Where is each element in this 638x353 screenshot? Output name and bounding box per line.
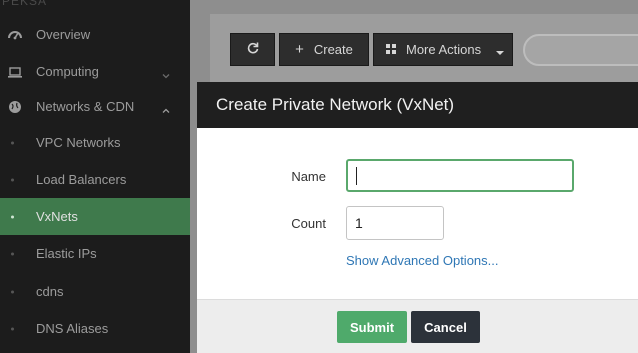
refresh-button[interactable] <box>230 33 275 66</box>
bullet-icon <box>11 215 14 218</box>
cancel-button[interactable]: Cancel <box>411 311 480 343</box>
bullet-icon <box>11 252 14 255</box>
count-label: Count <box>291 216 326 231</box>
sidebar-item-label: Networks & CDN <box>36 99 135 114</box>
count-input[interactable]: 1 <box>346 206 444 240</box>
caret-down-icon <box>496 45 504 60</box>
bullet-icon <box>11 327 14 330</box>
plus-icon: + <box>295 41 304 58</box>
sidebar-item-label: cdns <box>36 284 64 299</box>
sidebar-item-vpc-networks[interactable]: VPC Networks <box>0 124 190 161</box>
sidebar-item-computing[interactable]: Computing <box>0 53 190 90</box>
text-caret <box>356 166 357 185</box>
sidebar-item-label: DNS Aliases <box>36 321 109 336</box>
dashboard-icon <box>8 28 22 42</box>
create-button[interactable]: + Create <box>279 33 369 66</box>
count-value: 1 <box>355 215 363 231</box>
search-input[interactable] <box>523 34 638 66</box>
create-button-label: Create <box>313 42 353 57</box>
more-actions-button[interactable]: More Actions <box>373 33 513 66</box>
sidebar-item-load-balancers[interactable]: Load Balancers <box>0 161 190 198</box>
laptop-icon <box>8 65 22 79</box>
sidebar-item-label: Overview <box>36 27 91 42</box>
sidebar-item-networks-cdn[interactable]: Networks & CDN <box>0 88 190 125</box>
sidebar-item-vxnets[interactable]: VxNets <box>0 198 190 235</box>
refresh-icon <box>246 41 260 58</box>
name-label: Name <box>291 169 326 184</box>
sidebar-item-cdns[interactable]: cdns <box>0 273 190 310</box>
brand-logo: PEKSA <box>2 0 48 8</box>
bullet-icon <box>11 290 14 293</box>
sidebar-item-label: Computing <box>36 64 99 79</box>
chevron-down-icon <box>162 68 170 78</box>
sidebar: PEKSA Overview Computing Networks & CDN … <box>0 0 190 353</box>
show-advanced-options-link[interactable]: Show Advanced Options... <box>346 253 498 268</box>
sidebar-item-label: VPC Networks <box>36 135 121 150</box>
dialog-title: Create Private Network (VxNet) <box>197 82 638 128</box>
sidebar-item-dns-aliases[interactable]: DNS Aliases <box>0 310 190 347</box>
sidebar-item-label: Elastic IPs <box>36 246 97 261</box>
sidebar-item-label: VxNets <box>36 209 78 224</box>
name-input[interactable] <box>346 159 574 192</box>
sidebar-item-elastic-ips[interactable]: Elastic IPs <box>0 235 190 272</box>
more-actions-label: More Actions <box>406 42 482 57</box>
bullet-icon <box>11 178 14 181</box>
submit-button[interactable]: Submit <box>337 311 407 343</box>
chevron-up-icon <box>162 103 170 113</box>
globe-icon <box>8 100 22 114</box>
dialog-footer: Submit Cancel <box>197 299 638 353</box>
create-vxnet-dialog: Create Private Network (VxNet) Name Coun… <box>197 82 638 353</box>
sidebar-item-label: Load Balancers <box>36 172 127 187</box>
grid-icon <box>386 42 396 57</box>
sidebar-item-overview[interactable]: Overview <box>0 16 190 53</box>
bullet-icon <box>11 141 14 144</box>
